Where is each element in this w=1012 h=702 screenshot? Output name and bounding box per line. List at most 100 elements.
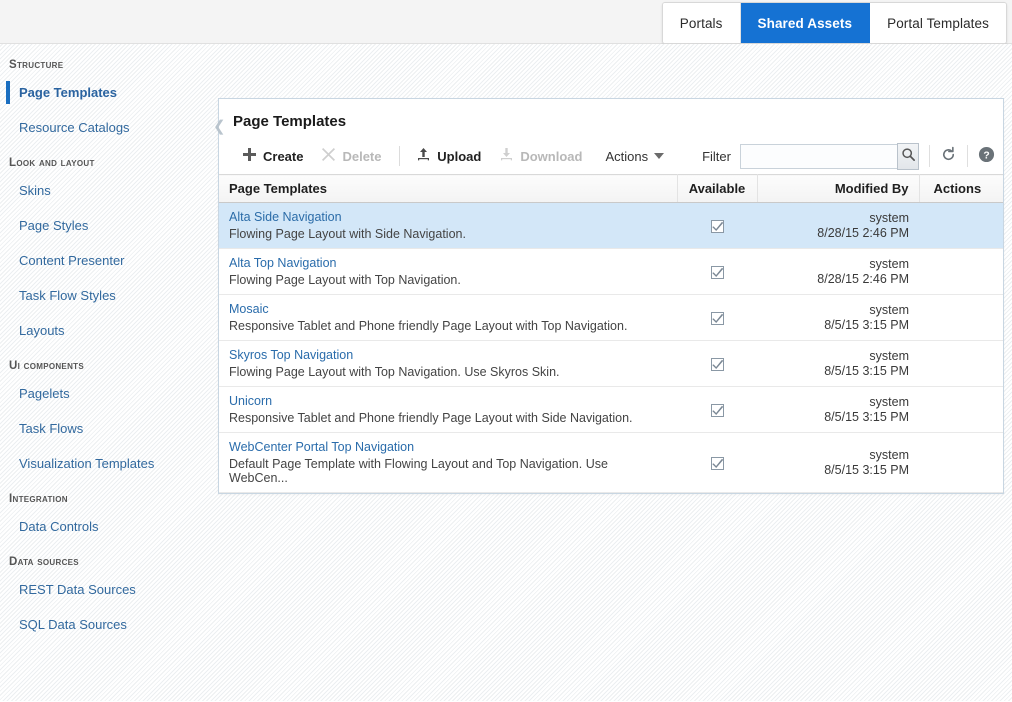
tab-portals[interactable]: Portals [662,3,741,43]
sidebar-item-content-presenter[interactable]: Content Presenter [0,243,212,278]
template-description: Default Page Template with Flowing Layou… [229,457,608,485]
available-checkbox[interactable] [710,311,724,325]
help-icon: ? [978,146,995,166]
cell-template-name: Alta Side Navigation Flowing Page Layout … [219,202,677,249]
sidebar-item-label: Task Flows [19,421,84,436]
table-row[interactable]: Skyros Top Navigation Flowing Page Layout… [219,340,1003,387]
template-description: Flowing Page Layout with Top Navigation. [229,273,461,287]
sidebar-item-data-controls[interactable]: Data Controls [0,509,212,544]
available-checkbox[interactable] [710,403,724,417]
sidebar-item-page-templates[interactable]: Page Templates [0,75,212,110]
column-header-name[interactable]: Page Templates [219,174,678,203]
table-row[interactable]: Alta Side Navigation Flowing Page Layout … [219,202,1003,249]
sidebar-item-visualization-templates[interactable]: Visualization Templates [0,446,212,481]
cell-actions[interactable] [919,202,1003,249]
sidebar-group-title: Look and Layout [9,157,95,169]
modified-by-user: system [869,210,909,225]
cell-actions[interactable] [919,340,1003,387]
sidebar-group-title: Structure [9,59,64,71]
available-checkbox[interactable] [710,219,724,233]
cell-actions[interactable] [919,432,1003,493]
modified-by-user: system [869,348,909,363]
modified-date: 8/28/15 2:46 PM [817,225,909,240]
sidebar-item-page-styles[interactable]: Page Styles [0,208,212,243]
svg-text:?: ? [983,150,989,161]
delete-button[interactable]: Delete [312,143,390,169]
table-row[interactable]: Unicorn Responsive Tablet and Phone frien… [219,386,1003,433]
modified-date: 8/5/15 3:15 PM [824,317,909,332]
modified-by-user: system [869,447,909,462]
page-templates-table: Page Templates Available Modified By Act… [219,174,1003,493]
toolbar-divider [398,146,400,166]
template-name-link[interactable]: Unicorn [229,394,667,408]
top-header-bar: Portals Shared Assets Portal Templates [0,0,1012,44]
sidebar-group-spacer [0,145,212,153]
sidebar-group-spacer [0,348,212,356]
template-name-link[interactable]: Alta Side Navigation [229,210,667,224]
sidebar-item-pagelets[interactable]: Pagelets [0,376,212,411]
available-checkbox[interactable] [710,456,724,470]
available-checkbox[interactable] [710,265,724,279]
sidebar-item-layouts[interactable]: Layouts [0,313,212,348]
column-header-actions[interactable]: Actions [919,174,1003,203]
sidebar-item-sql-data-sources[interactable]: SQL Data Sources [0,607,212,642]
sidebar-group-spacer [0,642,212,650]
help-button[interactable]: ? [978,146,995,166]
template-name-link[interactable]: WebCenter Portal Top Navigation [229,440,667,454]
column-header-available[interactable]: Available [677,174,758,203]
actions-menu-button[interactable]: Actions [597,145,672,168]
tab-portal-templates[interactable]: Portal Templates [870,3,1006,43]
sidebar-item-label: Layouts [19,323,65,338]
chevron-left-icon[interactable]: ❮ [213,119,226,134]
sidebar-group-spacer [0,544,212,552]
cell-modified-by: system 8/5/15 3:15 PM [757,386,919,433]
sidebar-item-label: Resource Catalogs [19,120,130,135]
sidebar-item-task-flows[interactable]: Task Flows [0,411,212,446]
sidebar-item-rest-data-sources[interactable]: REST Data Sources [0,572,212,607]
create-button[interactable]: Create [233,143,312,169]
cell-available [677,202,757,249]
panel-toolbar: Create Delete Upload Download Actions Fi… [219,138,1003,174]
column-header-modified-by[interactable]: Modified By [757,174,920,203]
modified-date: 8/5/15 3:15 PM [824,363,909,378]
sidebar-group-spacer [0,481,212,489]
cell-available [677,386,757,433]
filter-input[interactable] [739,143,898,169]
cell-modified-by: system 8/5/15 3:15 PM [757,340,919,387]
cell-actions[interactable] [919,386,1003,433]
sidebar-item-label: Page Styles [19,218,89,233]
modified-date: 8/5/15 3:15 PM [824,409,909,424]
search-button[interactable] [896,142,920,170]
table-row[interactable]: Alta Top Navigation Flowing Page Layout w… [219,248,1003,295]
available-checkbox[interactable] [710,357,724,371]
cell-actions[interactable] [919,294,1003,341]
template-description: Flowing Page Layout with Side Navigation… [229,227,466,241]
template-description: Flowing Page Layout with Top Navigation.… [229,365,560,379]
sidebar-item-label: Skins [19,183,51,198]
sidebar-item-resource-catalogs[interactable]: Resource Catalogs [0,110,212,145]
modified-date: 8/5/15 3:15 PM [824,462,909,477]
sidebar-item-label: Pagelets [19,386,70,401]
template-name-link[interactable]: Skyros Top Navigation [229,348,667,362]
cell-modified-by: system 8/28/15 2:46 PM [757,248,919,295]
sidebar-item-task-flow-styles[interactable]: Task Flow Styles [0,278,212,313]
toolbar-divider [929,145,931,167]
cell-template-name: WebCenter Portal Top Navigation Default P… [219,432,677,493]
sidebar-item-label: Visualization Templates [19,456,155,471]
template-name-link[interactable]: Alta Top Navigation [229,256,667,270]
sidebar-item-skins[interactable]: Skins [0,173,212,208]
modified-by-user: system [869,394,909,409]
tab-shared-assets[interactable]: Shared Assets [740,3,871,43]
create-button-label: Create [263,148,304,164]
upload-icon [416,147,431,165]
refresh-button[interactable] [940,146,957,166]
download-button[interactable]: Download [490,143,591,169]
table-row[interactable]: WebCenter Portal Top Navigation Default P… [219,432,1003,493]
toolbar-divider [967,145,969,167]
cell-actions[interactable] [919,248,1003,295]
template-name-link[interactable]: Mosaic [229,302,667,316]
table-row[interactable]: Mosaic Responsive Tablet and Phone friend… [219,294,1003,341]
upload-button[interactable]: Upload [407,143,490,169]
actions-menu-label: Actions [605,148,649,164]
template-description: Responsive Tablet and Phone friendly Pag… [229,411,633,425]
